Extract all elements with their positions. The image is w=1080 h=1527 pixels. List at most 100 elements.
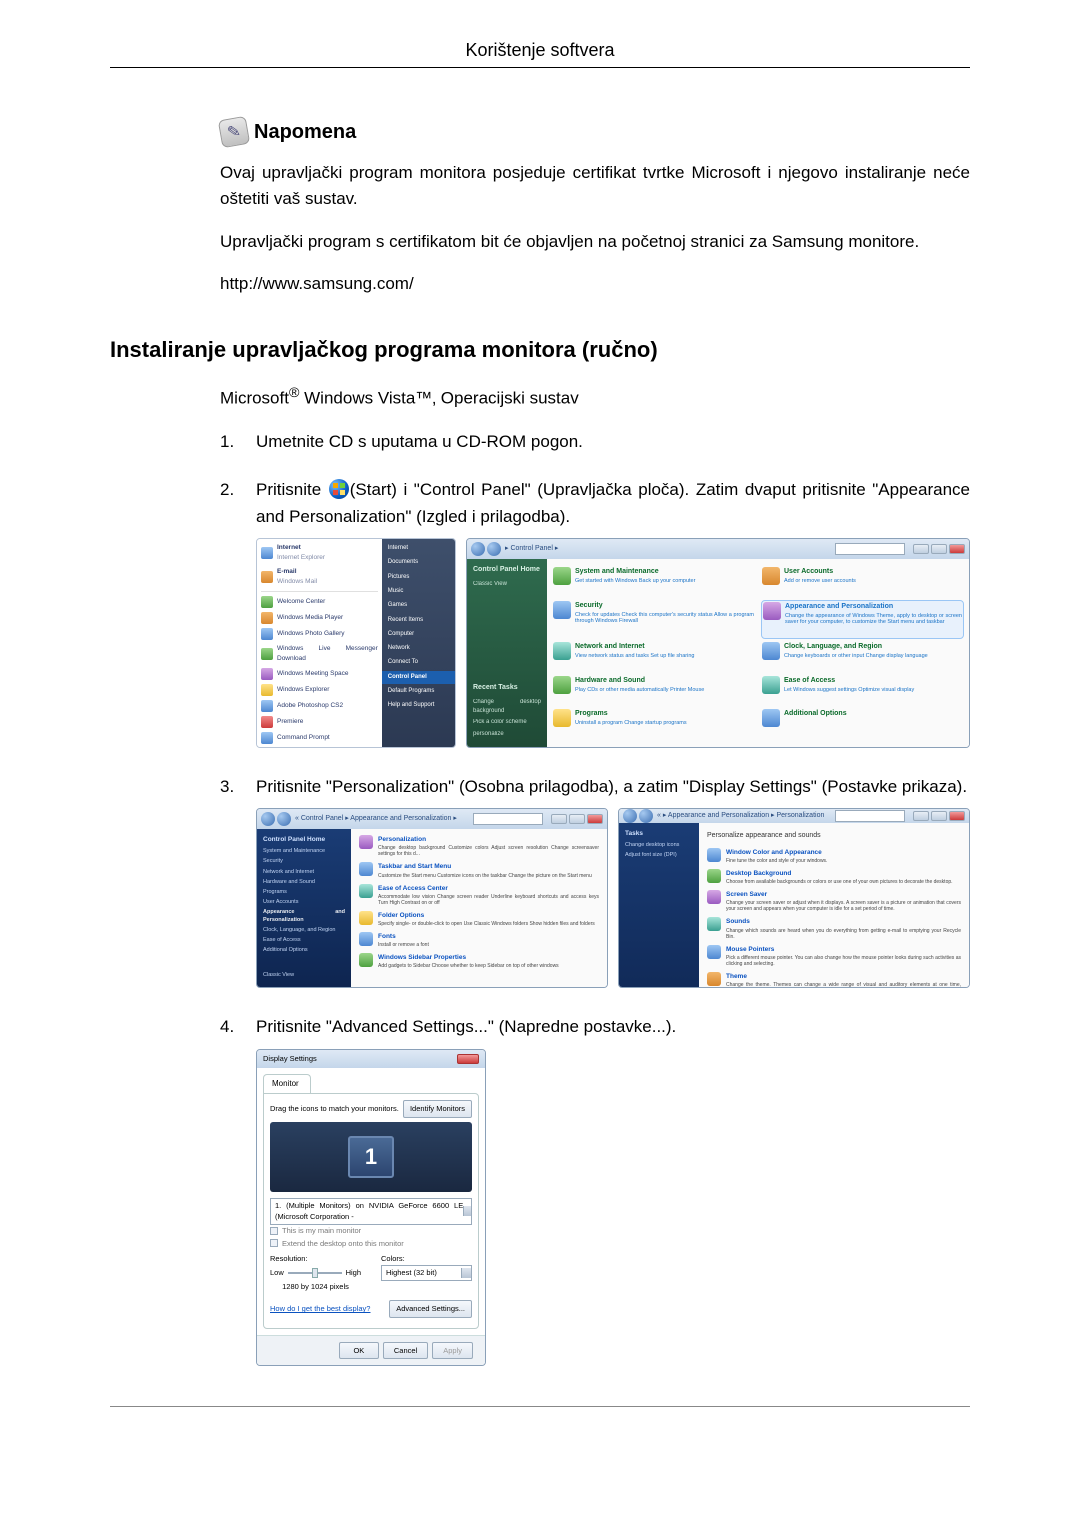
disp-tab-monitor[interactable]: Monitor	[263, 1074, 311, 1093]
cp-cat-programs[interactable]: Programs	[575, 709, 687, 720]
cp-cat-hardware[interactable]: Hardware and Sound	[575, 676, 704, 687]
max-icon[interactable]	[931, 544, 947, 554]
cancel-button[interactable]: Cancel	[383, 1342, 428, 1360]
sm-meeting[interactable]: Windows Meeting Space	[277, 669, 349, 679]
ap-sidebar[interactable]: Windows Sidebar Properties	[378, 953, 559, 963]
min-icon[interactable]	[551, 814, 567, 824]
cp-cat-appearance-sub[interactable]: Change the appearance of Windows Theme, …	[785, 613, 962, 626]
pers-sounds[interactable]: Sounds	[726, 917, 961, 927]
cp-cat-additional[interactable]: Additional Options	[784, 709, 847, 720]
ap-side-add[interactable]: Additional Options	[263, 946, 345, 955]
disp-close-icon[interactable]	[457, 1054, 479, 1064]
nav-fwd-icon[interactable]	[487, 542, 501, 556]
ap-side-prog[interactable]: Programs	[263, 888, 345, 897]
close-icon[interactable]	[949, 811, 965, 821]
ap-personalization-d[interactable]: Change desktop background Customize colo…	[378, 845, 599, 857]
ap-ease-d[interactable]: Accommodate low vision Change screen rea…	[378, 894, 599, 906]
monitor-select[interactable]: 1. (Multiple Monitors) on NVIDIA GeForce…	[270, 1198, 472, 1225]
nav-back-icon[interactable]	[471, 542, 485, 556]
close-icon[interactable]	[587, 814, 603, 824]
sm-internet[interactable]: Internet	[277, 544, 301, 551]
cp-side-classic[interactable]: Classic View	[473, 580, 541, 589]
cp-cat-ease[interactable]: Ease of Access	[784, 676, 914, 687]
ap-search-input[interactable]	[473, 813, 543, 825]
sr-defaults[interactable]: Default Programs	[382, 685, 455, 698]
sr-pictures[interactable]: Pictures	[382, 571, 455, 584]
extend-desktop-checkbox[interactable]	[270, 1239, 278, 1247]
ap-sidebar-d[interactable]: Add gadgets to Sidebar Choose whether to…	[378, 963, 559, 969]
sr-control-panel[interactable]: Control Panel	[382, 671, 455, 684]
sr-connect[interactable]: Connect To	[382, 656, 455, 669]
cp-cat-ease-sub[interactable]: Let Windows suggest settings Optimize vi…	[784, 687, 914, 694]
ap-side-user[interactable]: User Accounts	[263, 898, 345, 907]
sr-games[interactable]: Games	[382, 599, 455, 612]
pers-mouse[interactable]: Mouse Pointers	[726, 945, 961, 955]
sr-internet[interactable]: Internet	[382, 542, 455, 555]
pers-side-t2[interactable]: Adjust font size (DPI)	[625, 851, 693, 860]
nav-back-icon[interactable]	[261, 812, 275, 826]
sr-network[interactable]: Network	[382, 642, 455, 655]
sm-wmp[interactable]: Windows Media Player	[277, 613, 343, 623]
pers-breadcrumb[interactable]: « ▸ Appearance and Personalization ▸ Per…	[657, 811, 824, 822]
main-monitor-checkbox[interactable]	[270, 1227, 278, 1235]
cp-cat-appearance[interactable]: Appearance and Personalization	[785, 602, 962, 613]
pers-color[interactable]: Window Color and Appearance	[726, 848, 827, 858]
close-icon[interactable]	[949, 544, 965, 554]
display-help-link[interactable]: How do I get the best display?	[270, 1303, 370, 1315]
sr-documents[interactable]: Documents	[382, 556, 455, 569]
ap-side-classic[interactable]: Classic View	[263, 971, 345, 980]
resolution-slider[interactable]: Low High	[270, 1267, 361, 1279]
ap-folder[interactable]: Folder Options	[378, 911, 595, 921]
ap-fonts[interactable]: Fonts	[378, 932, 429, 942]
ap-personalization[interactable]: Personalization	[378, 835, 599, 845]
pers-bg[interactable]: Desktop Background	[726, 869, 953, 879]
cp-cat-user[interactable]: User Accounts	[784, 567, 856, 578]
cp-cat-system[interactable]: System and Maintenance	[575, 567, 695, 578]
ap-side-home[interactable]: Control Panel Home	[263, 835, 345, 845]
cp-cat-clock[interactable]: Clock, Language, and Region	[784, 642, 928, 653]
ap-side-app[interactable]: Appearance and Personalization	[263, 908, 345, 925]
colors-select[interactable]: Highest (32 bit)	[381, 1265, 472, 1281]
sr-computer[interactable]: Computer	[382, 628, 455, 641]
cp-cat-clock-sub[interactable]: Change keyboards or other input Change d…	[784, 653, 928, 660]
cp-cat-hardware-sub[interactable]: Play CDs or other media automatically Pr…	[575, 687, 704, 694]
cp-side-r3[interactable]: personalize	[473, 730, 541, 739]
min-icon[interactable]	[913, 544, 929, 554]
min-icon[interactable]	[913, 811, 929, 821]
sr-music[interactable]: Music	[382, 585, 455, 598]
cp-cat-security[interactable]: Security	[575, 601, 754, 612]
ap-ease[interactable]: Ease of Access Center	[378, 884, 599, 894]
ap-breadcrumb[interactable]: « Control Panel ▸ Appearance and Persona…	[295, 814, 457, 825]
sm-gallery[interactable]: Windows Photo Gallery	[277, 629, 345, 639]
pers-ss[interactable]: Screen Saver	[726, 890, 961, 900]
cp-breadcrumb[interactable]: ▸ Control Panel ▸	[505, 544, 558, 555]
cp-search-input[interactable]	[835, 543, 905, 555]
ok-button[interactable]: OK	[339, 1342, 379, 1360]
ap-side-sys[interactable]: System and Maintenance	[263, 847, 345, 856]
cp-side-r1[interactable]: Change desktop background	[473, 698, 541, 717]
nav-fwd-icon[interactable]	[277, 812, 291, 826]
pers-theme[interactable]: Theme	[726, 972, 961, 982]
sm-explorer[interactable]: Windows Explorer	[277, 685, 329, 695]
monitor-1-icon[interactable]: 1	[348, 1136, 394, 1178]
ap-side-net[interactable]: Network and Internet	[263, 868, 345, 877]
cp-cat-user-sub[interactable]: Add or remove user accounts	[784, 578, 856, 585]
monitor-arrangement[interactable]: 1	[270, 1122, 472, 1192]
nav-fwd-icon[interactable]	[639, 809, 653, 823]
sr-help[interactable]: Help and Support	[382, 699, 455, 712]
pers-side-t1[interactable]: Change desktop icons	[625, 841, 693, 850]
ap-folder-d[interactable]: Specify single- or double-click to open …	[378, 921, 595, 927]
max-icon[interactable]	[931, 811, 947, 821]
ap-side-sec[interactable]: Security	[263, 857, 345, 866]
sm-cmd[interactable]: Command Prompt	[277, 733, 330, 743]
ap-side-clock[interactable]: Clock, Language, and Region	[263, 926, 345, 935]
advanced-settings-button[interactable]: Advanced Settings...	[389, 1300, 472, 1318]
max-icon[interactable]	[569, 814, 585, 824]
cp-cat-programs-sub[interactable]: Uninstall a program Change startup progr…	[575, 720, 687, 727]
cp-side-home[interactable]: Control Panel Home	[473, 565, 541, 576]
sm-prem[interactable]: Premiere	[277, 717, 303, 727]
pers-search-input[interactable]	[835, 810, 905, 822]
identify-monitors-button[interactable]: Identify Monitors	[403, 1100, 472, 1118]
apply-button[interactable]: Apply	[432, 1342, 473, 1360]
cp-cat-system-sub[interactable]: Get started with Windows Back up your co…	[575, 578, 695, 585]
